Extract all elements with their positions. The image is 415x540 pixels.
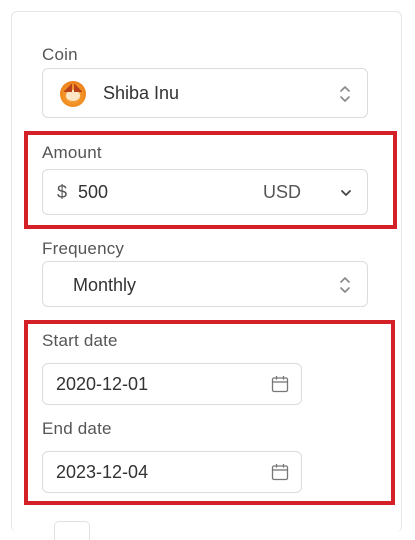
date-range-highlight-box: [24, 320, 395, 505]
coin-label: Coin: [42, 45, 78, 64]
frequency-label: Frequency: [42, 239, 125, 258]
coin-value: Shiba Inu: [103, 83, 180, 103]
frequency-value: Monthly: [73, 275, 137, 295]
shiba-inu-coin-icon: [60, 81, 86, 107]
chevron-up-down-icon: [340, 277, 350, 293]
coin-select[interactable]: Shiba Inu: [42, 68, 368, 118]
frequency-select[interactable]: Monthly: [42, 261, 368, 307]
amount-highlight-box: [24, 131, 397, 229]
next-field-partial: [54, 521, 90, 540]
chevron-up-down-icon: [340, 86, 350, 102]
